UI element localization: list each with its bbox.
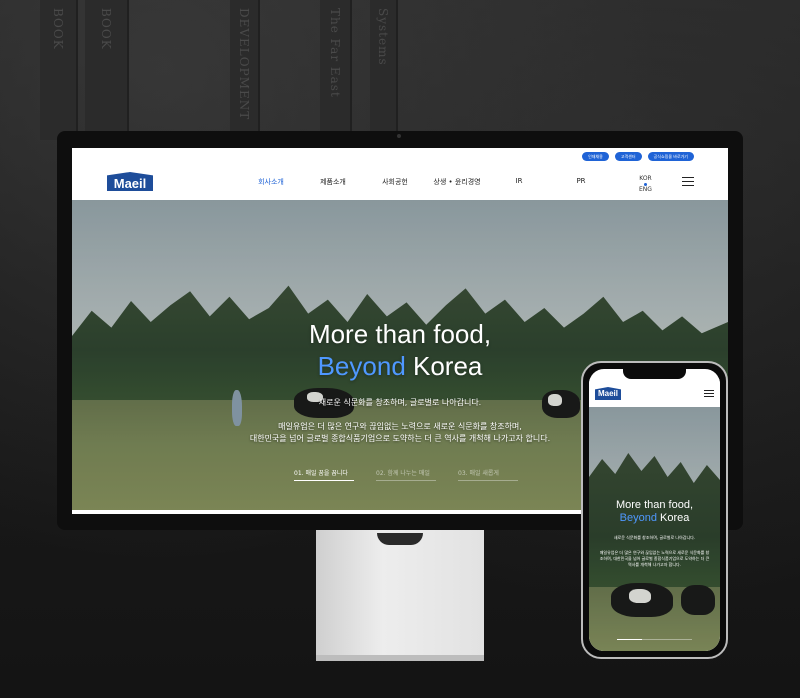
book-spine: The Far East	[320, 0, 352, 140]
hero-tab-3[interactable]: 03. 매일 새롭게	[458, 468, 518, 481]
book-spine: BOOK	[85, 0, 129, 140]
monitor-base	[316, 655, 484, 661]
mobile-hero-title: More than food, Beyond Korea	[615, 499, 694, 524]
maeil-logo-mobile[interactable]: Maeil	[595, 387, 621, 400]
main-nav: 회사소개 제품소개 사회공헌 상생 • 윤리경영 IR PR	[240, 177, 612, 187]
utility-links: 인재채용 고객센터 공식쇼핑몰 바로가기	[582, 152, 694, 161]
maeil-logo[interactable]: Maeil	[107, 172, 153, 191]
book-spine: DEVELOPMENT	[230, 0, 260, 140]
language-switch[interactable]: KOR ENG	[639, 175, 652, 194]
mobile-hero: More than food, Beyond Korea 새로운 식문화를 창조…	[589, 407, 720, 651]
mobile-hero-description: 매일유업은 더 많은 연구와 끊임없는 노력으로 새로운 식문화를 창조하며, …	[599, 550, 710, 567]
official-mall-link[interactable]: 공식쇼핑몰 바로가기	[647, 152, 694, 161]
hero-title-highlight: Beyond	[317, 351, 406, 381]
phone-notch	[623, 369, 686, 379]
mobile-phone: Maeil More than food, Beyond Korea 새로운 식…	[581, 361, 728, 659]
nav-item-products[interactable]: 제품소개	[302, 177, 364, 187]
hero-tabs: 01. 매일 꿈을 꿉니다 02. 함께 나누는 매일 03. 매일 새롭게	[294, 468, 518, 481]
nav-item-ethics[interactable]: 상생 • 윤리경영	[426, 177, 488, 187]
book-spine: BOOK	[40, 0, 78, 140]
stand-cutout	[377, 533, 423, 545]
customer-center-link[interactable]: 고객센터	[614, 152, 642, 161]
monitor-stand	[316, 530, 484, 658]
hamburger-icon[interactable]	[704, 390, 714, 397]
nav-item-pr[interactable]: PR	[550, 177, 612, 187]
camera-icon	[397, 134, 401, 138]
lang-kor[interactable]: KOR	[639, 175, 652, 182]
recruit-link[interactable]: 인재채용	[582, 152, 609, 161]
hero-tab-1[interactable]: 01. 매일 꿈을 꿉니다	[294, 468, 354, 481]
mobile-hero-progress	[617, 639, 692, 640]
hamburger-icon[interactable]	[682, 177, 694, 187]
mobile-hero-subtitle: 새로운 식문화를 창조하며, 글로벌로 나아갑니다.	[613, 535, 696, 540]
hero-tab-2[interactable]: 02. 함께 나누는 매일	[376, 468, 436, 481]
lang-eng[interactable]: ENG	[639, 186, 652, 193]
nav-item-social[interactable]: 사회공헌	[364, 177, 426, 187]
mobile-screen: Maeil More than food, Beyond Korea 새로운 식…	[589, 369, 720, 651]
book-spine: Systems	[370, 0, 398, 140]
nav-item-company[interactable]: 회사소개	[240, 177, 302, 187]
nav-item-ir[interactable]: IR	[488, 177, 550, 187]
site-header: Maeil 회사소개 제품소개 사회공헌 상생 • 윤리경영 IR PR KOR…	[72, 164, 728, 200]
mobile-header: Maeil	[589, 379, 720, 407]
